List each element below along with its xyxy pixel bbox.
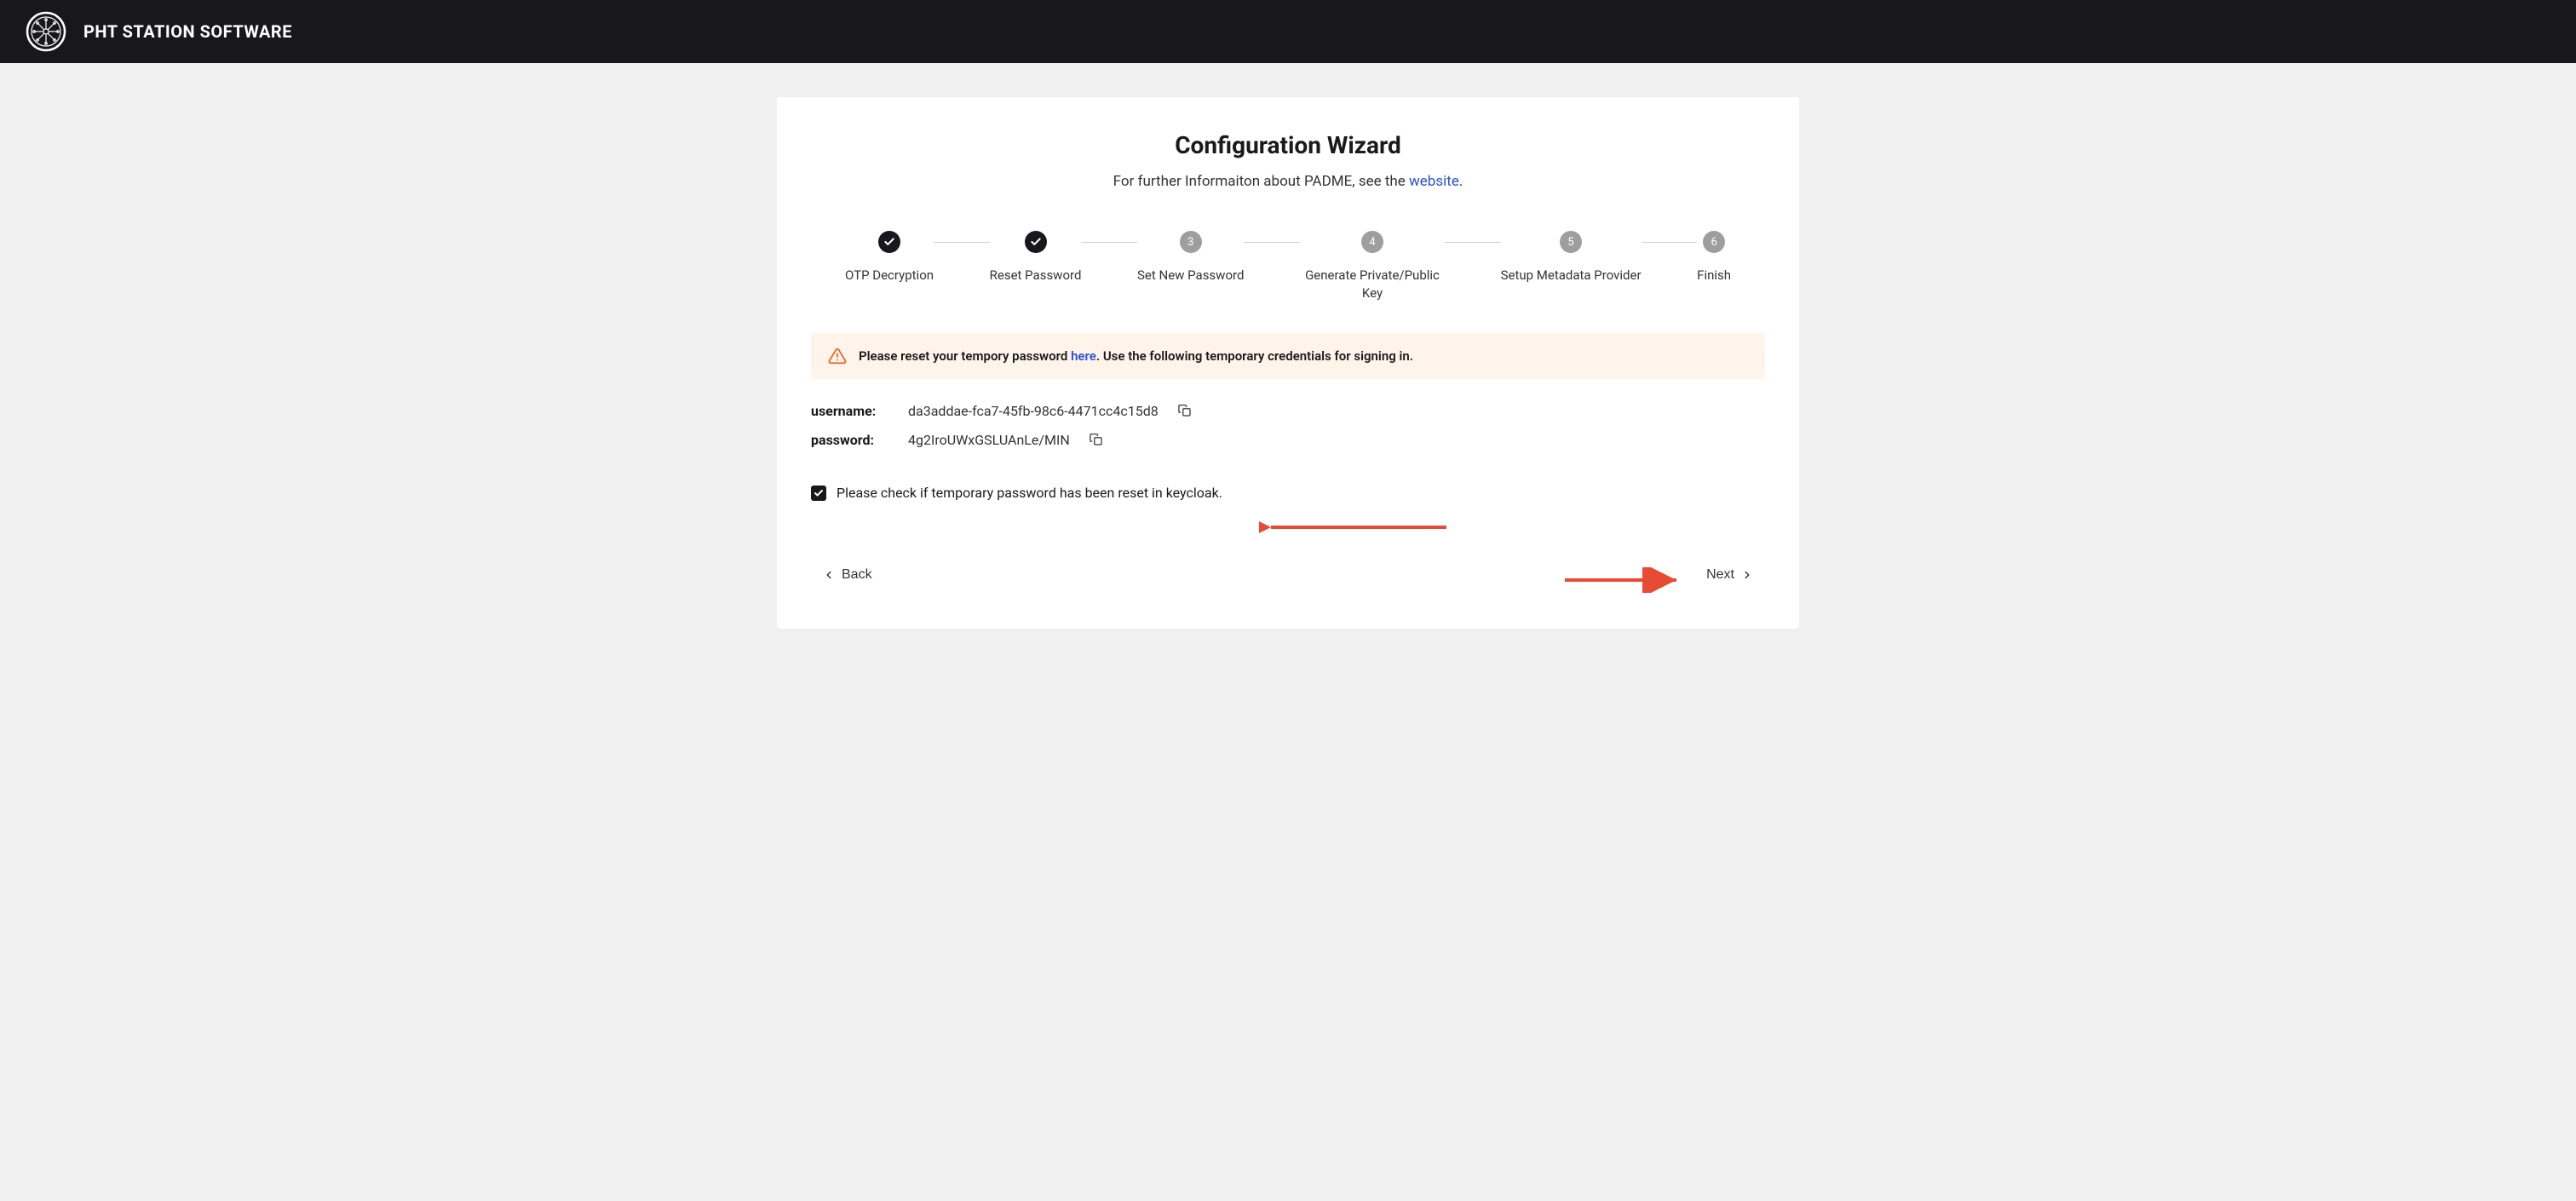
reset-here-link[interactable]: here	[1071, 348, 1096, 364]
check-icon	[814, 488, 824, 498]
check-icon	[1030, 236, 1042, 248]
confirm-reset-row: Please check if temporary password has b…	[811, 485, 1765, 501]
website-link[interactable]: website	[1409, 173, 1459, 190]
next-label: Next	[1706, 567, 1734, 583]
step-circle-number: 3	[1180, 231, 1202, 253]
step-circle-number: 6	[1703, 231, 1725, 253]
step-set-new-password: 3 Set New Password	[1137, 231, 1244, 284]
step-circle-number: 4	[1361, 231, 1383, 253]
step-setup-metadata: 5 Setup Metadata Provider	[1501, 231, 1642, 284]
step-reset-password: Reset Password	[990, 231, 1082, 284]
back-label: Back	[842, 567, 872, 583]
nav-row: Back Next	[811, 562, 1765, 588]
subtitle-prefix: For further Informaiton about PADME, see…	[1113, 173, 1409, 190]
step-otp-decryption: OTP Decryption	[845, 231, 934, 284]
alert-prefix: Please reset your tempory password	[859, 348, 1071, 364]
step-connector	[934, 242, 990, 243]
step-circle-number: 5	[1560, 231, 1582, 253]
warning-alert: Please reset your tempory password here.…	[811, 333, 1765, 379]
step-label: Finish	[1697, 267, 1731, 284]
step-circle-done	[878, 231, 900, 253]
username-value: da3addae-fca7-45fb-98c6-4471cc4c15d8	[908, 403, 1159, 419]
annotation-arrow-checkbox	[1259, 514, 1455, 540]
chevron-left-icon	[823, 569, 835, 581]
back-button[interactable]: Back	[816, 562, 879, 588]
password-row: password: 4g2IroUWxGSLUAnLe/MIN	[811, 428, 1765, 451]
step-label: OTP Decryption	[845, 267, 934, 284]
step-connector	[1445, 242, 1501, 243]
warning-icon	[828, 347, 847, 365]
step-connector	[1244, 242, 1300, 243]
app-logo-icon	[26, 11, 66, 52]
password-value: 4g2IroUWxGSLUAnLe/MIN	[908, 432, 1070, 448]
step-finish: 6 Finish	[1697, 231, 1731, 284]
step-connector	[1642, 242, 1698, 243]
step-generate-key: 4 Generate Private/Public Key	[1300, 231, 1445, 302]
step-circle-done	[1025, 231, 1047, 253]
subtitle-suffix: .	[1459, 173, 1463, 190]
check-icon	[883, 236, 895, 248]
step-label: Setup Metadata Provider	[1501, 267, 1642, 284]
step-label: Set New Password	[1137, 267, 1244, 284]
copy-icon	[1089, 432, 1104, 447]
confirm-reset-label: Please check if temporary password has b…	[837, 485, 1222, 501]
copy-password-button[interactable]	[1085, 428, 1107, 451]
alert-suffix: . Use the following temporary credential…	[1096, 348, 1413, 364]
chevron-right-icon	[1741, 569, 1753, 581]
password-label: password:	[811, 432, 893, 448]
app-header: PHT STATION SOFTWARE	[0, 0, 2576, 63]
username-label: username:	[811, 403, 893, 419]
step-label: Generate Private/Public Key	[1300, 267, 1445, 302]
stepper: OTP Decryption Reset Password 3 Set New …	[811, 231, 1765, 302]
confirm-reset-checkbox[interactable]	[811, 486, 826, 501]
page-title: Configuration Wizard	[811, 131, 1765, 159]
app-title: PHT STATION SOFTWARE	[83, 21, 292, 42]
page-subtitle: For further Informaiton about PADME, see…	[811, 173, 1765, 190]
copy-username-button[interactable]	[1174, 399, 1196, 422]
step-label: Reset Password	[990, 267, 1082, 284]
copy-icon	[1177, 403, 1193, 418]
step-connector	[1081, 242, 1137, 243]
next-button[interactable]: Next	[1699, 562, 1760, 588]
wizard-card: Configuration Wizard For further Informa…	[777, 97, 1799, 629]
username-row: username: da3addae-fca7-45fb-98c6-4471cc…	[811, 399, 1765, 422]
alert-text: Please reset your tempory password here.…	[859, 348, 1413, 364]
